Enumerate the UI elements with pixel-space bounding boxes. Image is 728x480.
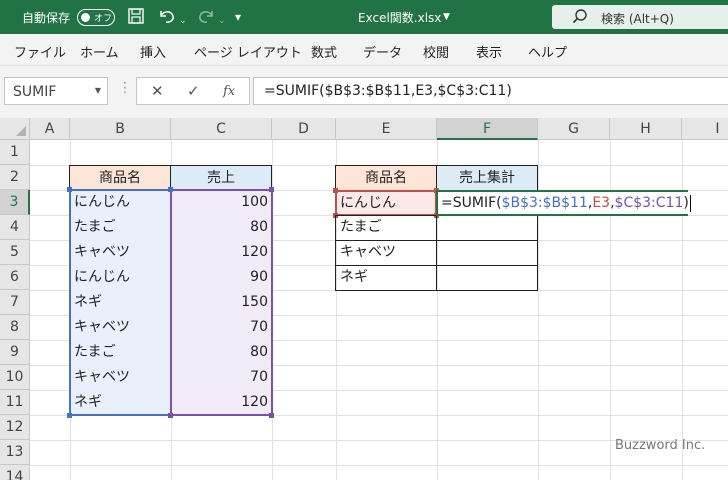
column-header-a[interactable]: A: [30, 118, 70, 140]
enter-icon[interactable]: ✓: [187, 82, 200, 100]
menu-insert[interactable]: 挿入: [140, 42, 166, 61]
formula-text: =SUMIF($B$3:$B$11,E3,$C$3:C11): [264, 83, 512, 99]
undo-dropdown-icon[interactable]: ⌄: [179, 11, 187, 31]
search-box[interactable]: 検索 (Alt+Q): [552, 5, 728, 29]
undo-icon[interactable]: [157, 7, 177, 30]
menu-home[interactable]: ホーム: [80, 42, 119, 61]
title-bar: 自動保存 オフ ⌄ ⌄ ▾ Excel関数.xlsx ▼ 検索 (Alt+Q): [0, 0, 728, 34]
formula-token-range-c: $C$3:C11: [614, 195, 684, 211]
name-box-dropdown-icon[interactable]: ▼: [95, 86, 101, 95]
row-header-14[interactable]: 14: [0, 465, 30, 480]
row-header-7[interactable]: 7: [0, 290, 30, 315]
row-header-1[interactable]: 1: [0, 140, 30, 165]
file-name-chevron-icon[interactable]: ▼: [443, 12, 450, 22]
menu-view[interactable]: 表示: [476, 42, 502, 61]
range-handle[interactable]: [269, 413, 274, 418]
redo-icon[interactable]: [196, 7, 216, 30]
formula-token-close: ): [683, 195, 689, 211]
formula-commands: ✕ ✓ fx: [136, 77, 250, 105]
name-box-value: SUMIF: [13, 84, 57, 100]
text-cursor: [689, 194, 691, 212]
table2-product-cell[interactable]: たまご: [336, 215, 436, 240]
formula-input[interactable]: =SUMIF($B$3:$B$11,E3,$C$3:C11): [253, 77, 728, 105]
formula-token-range-b: $B$3:$B$11: [501, 195, 588, 211]
row-header-11[interactable]: 11: [0, 390, 30, 415]
cancel-icon[interactable]: ✕: [151, 82, 164, 100]
gridline: [30, 465, 728, 466]
range-handle[interactable]: [168, 413, 173, 418]
table2-header-product[interactable]: 商品名: [335, 165, 437, 191]
row-header-12[interactable]: 12: [0, 415, 30, 440]
range-handle[interactable]: [168, 187, 173, 192]
table2-divider: [436, 215, 437, 291]
range-handle[interactable]: [67, 187, 72, 192]
menu-help[interactable]: ヘルプ: [528, 42, 567, 61]
column-header-e[interactable]: E: [336, 118, 437, 140]
column-header-h[interactable]: H: [610, 118, 682, 140]
table2-product-cell[interactable]: ネギ: [336, 265, 436, 290]
table1-header-product[interactable]: 商品名: [69, 165, 171, 191]
table2-product-cell[interactable]: キャベツ: [336, 240, 436, 265]
file-name[interactable]: Excel関数.xlsx: [358, 9, 441, 26]
formula-bar-area: SUMIF ▼ ⋮ ✕ ✓ fx =SUMIF($B$3:$B$11,E3,$C…: [0, 66, 728, 118]
menu-formulas[interactable]: 数式: [311, 42, 337, 61]
column-header-i[interactable]: I: [682, 118, 728, 140]
autosave-toggle[interactable]: オフ: [77, 9, 115, 26]
redo-dropdown-icon[interactable]: ⌄: [218, 11, 226, 31]
column-header-d[interactable]: D: [272, 118, 336, 140]
column-header-f[interactable]: F: [437, 118, 538, 140]
column-header-g[interactable]: G: [538, 118, 610, 140]
menu-file[interactable]: ファイル: [14, 42, 66, 61]
customize-toolbar-icon[interactable]: ▾: [235, 7, 241, 27]
formula-bar-grip-icon[interactable]: ⋮: [118, 80, 132, 96]
table1-header-sales[interactable]: 売上: [170, 165, 272, 191]
row-header-9[interactable]: 9: [0, 340, 30, 365]
table2-header-total[interactable]: 売上集計: [436, 165, 538, 191]
row-header-6[interactable]: 6: [0, 265, 30, 290]
insert-function-icon[interactable]: fx: [223, 84, 235, 99]
menu-review[interactable]: 校閲: [423, 42, 449, 61]
select-all-button[interactable]: [0, 118, 30, 140]
range-highlight-b3-b11: [69, 189, 172, 416]
row-header-8[interactable]: 8: [0, 315, 30, 340]
table2-product-cell[interactable]: にんじん: [336, 191, 436, 216]
menu-data[interactable]: データ: [363, 42, 402, 61]
row-header-2[interactable]: 2: [0, 165, 30, 190]
row-header-3[interactable]: 3: [0, 190, 30, 215]
search-label: 検索 (Alt+Q): [601, 12, 674, 26]
autosave-label: 自動保存: [22, 11, 71, 25]
name-box[interactable]: SUMIF ▼: [4, 77, 108, 105]
row-header-5[interactable]: 5: [0, 240, 30, 265]
formula-token-criteria: E3: [592, 195, 611, 211]
active-cell-editor[interactable]: =SUMIF($B$3:$B$11,E3,$C$3:C11): [436, 190, 691, 216]
range-highlight-c3-c11: [170, 189, 273, 416]
row-header-13[interactable]: 13: [0, 440, 30, 465]
menu-page-layout[interactable]: ページ レイアウト: [194, 42, 302, 61]
range-handle[interactable]: [269, 187, 274, 192]
select-all-icon: [16, 126, 26, 136]
row-header-4[interactable]: 4: [0, 215, 30, 240]
save-icon[interactable]: [127, 7, 145, 30]
watermark: Buzzword Inc.: [615, 438, 706, 453]
search-icon: [572, 8, 588, 28]
formula-token-function: =SUMIF(: [441, 195, 502, 211]
row-header-10[interactable]: 10: [0, 365, 30, 390]
range-handle[interactable]: [67, 413, 72, 418]
column-header-c[interactable]: C: [171, 118, 272, 140]
column-header-b[interactable]: B: [70, 118, 171, 140]
autosave-state: オフ: [94, 14, 113, 24]
toggle-knob: [81, 13, 90, 22]
menu-bar: ファイル ホーム 挿入 ページ レイアウト 数式 データ 校閲 表示 ヘルプ: [0, 34, 728, 66]
